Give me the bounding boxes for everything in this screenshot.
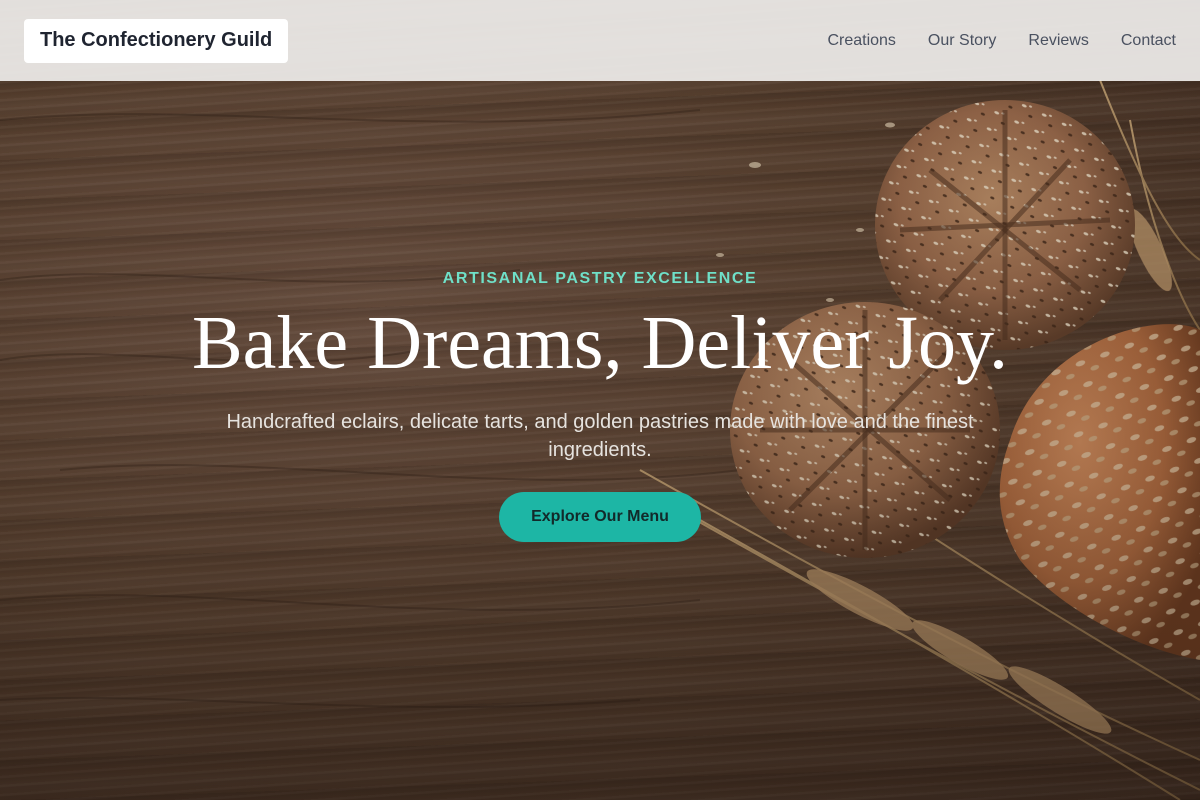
brand-logo[interactable]: The Confectionery Guild xyxy=(24,18,289,63)
nav-link-creations[interactable]: Creations xyxy=(827,32,895,50)
top-navbar: The Confectionery Guild Creations Our St… xyxy=(0,0,1200,81)
explore-menu-button[interactable]: Explore Our Menu xyxy=(499,492,701,542)
nav-link-our-story[interactable]: Our Story xyxy=(928,32,996,50)
nav-link-reviews[interactable]: Reviews xyxy=(1028,32,1088,50)
hero-eyebrow: ARTISANAL PASTRY EXCELLENCE xyxy=(442,270,758,287)
nav-links: Creations Our Story Reviews Contact xyxy=(827,32,1176,50)
hero-subheading: Handcrafted eclairs, delicate tarts, and… xyxy=(226,411,974,461)
hero-headline: Bake Dreams, Deliver Joy. xyxy=(191,301,1009,385)
hero-content: ARTISANAL PASTRY EXCELLENCE Bake Dreams,… xyxy=(0,270,1200,542)
nav-link-contact[interactable]: Contact xyxy=(1121,32,1176,50)
